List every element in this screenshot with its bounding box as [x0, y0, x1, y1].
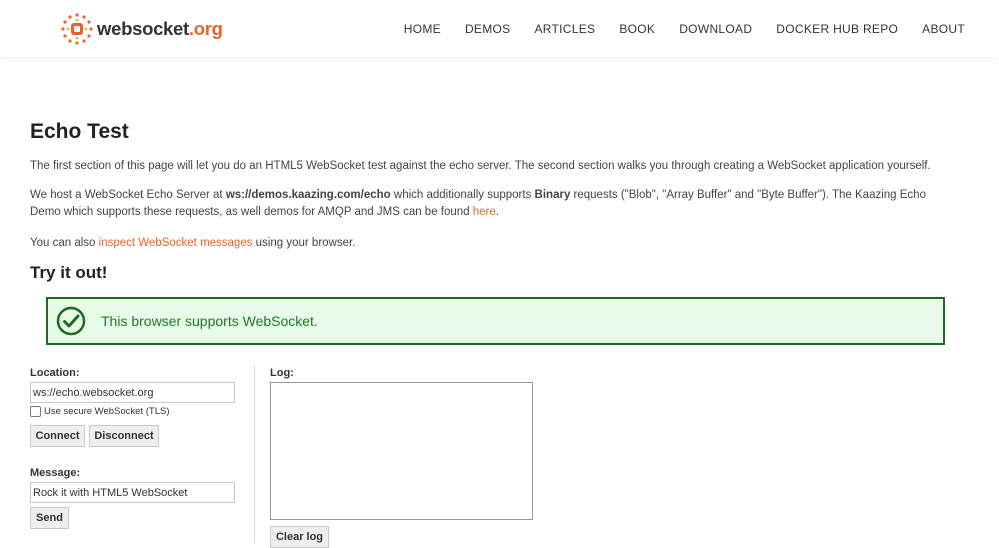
- websocket-logo-icon: [61, 13, 93, 45]
- nav-download[interactable]: DOWNLOAD: [679, 22, 752, 36]
- logo-text-main: websocket: [97, 18, 189, 39]
- main-nav: HOME DEMOS ARTICLES BOOK DOWNLOAD DOCKER…: [380, 0, 965, 57]
- logo-text-tld: .org: [188, 18, 223, 39]
- main-content: Echo Test The first section of this page…: [30, 120, 970, 345]
- log-label: Log:: [270, 367, 294, 379]
- inspect-paragraph: You can also inspect WebSocket messages …: [30, 235, 355, 252]
- nav-home[interactable]: HOME: [404, 22, 441, 36]
- tls-option[interactable]: Use secure WebSocket (TLS): [30, 406, 169, 417]
- nav-book[interactable]: BOOK: [619, 22, 655, 36]
- websocket-support-banner: This browser supports WebSocket.: [46, 297, 945, 345]
- site-logo[interactable]: websocket.org: [60, 12, 223, 46]
- inspect-messages-link[interactable]: inspect WebSocket messages: [99, 237, 253, 249]
- message-input[interactable]: [30, 482, 235, 503]
- column-divider: [254, 365, 255, 543]
- log-output[interactable]: [270, 382, 533, 520]
- try-it-out-heading: Try it out!: [30, 263, 108, 282]
- nav-articles[interactable]: ARTICLES: [534, 22, 595, 36]
- site-header: websocket.org HOME DEMOS ARTICLES BOOK D…: [0, 0, 999, 57]
- support-message: This browser supports WebSocket.: [101, 313, 318, 329]
- connect-button[interactable]: Connect: [30, 425, 85, 447]
- page-title: Echo Test: [30, 120, 129, 143]
- echo-server-url: ws://demos.kaazing.com/echo: [225, 189, 391, 201]
- nav-docker-hub-repo[interactable]: DOCKER HUB REPO: [776, 22, 898, 36]
- logo-wordmark: websocket.org: [97, 18, 223, 40]
- message-label: Message:: [30, 467, 81, 479]
- check-circle-icon: [56, 306, 86, 336]
- inspect-prefix-text: You can also: [30, 237, 99, 249]
- host-prefix-text: We host a WebSocket Echo Server at: [30, 189, 226, 201]
- intro-paragraph: The first section of this page will let …: [30, 160, 931, 172]
- tls-checkbox[interactable]: [30, 406, 41, 417]
- nav-about[interactable]: ABOUT: [922, 22, 965, 36]
- tls-label: Use secure WebSocket (TLS): [44, 406, 170, 417]
- here-link[interactable]: here: [473, 206, 496, 218]
- disconnect-button[interactable]: Disconnect: [89, 425, 159, 447]
- echo-server-paragraph: We host a WebSocket Echo Server at ws://…: [30, 187, 945, 221]
- host-mid-text: which additionally supports: [390, 189, 535, 201]
- inspect-suffix-text: using your browser.: [252, 237, 356, 249]
- location-input[interactable]: [30, 382, 235, 403]
- host-end-text: .: [495, 206, 499, 218]
- location-label: Location:: [30, 367, 80, 379]
- send-button[interactable]: Send: [30, 507, 69, 529]
- clear-log-button[interactable]: Clear log: [270, 526, 329, 548]
- binary-text: Binary: [534, 189, 571, 201]
- nav-demos[interactable]: DEMOS: [465, 22, 511, 36]
